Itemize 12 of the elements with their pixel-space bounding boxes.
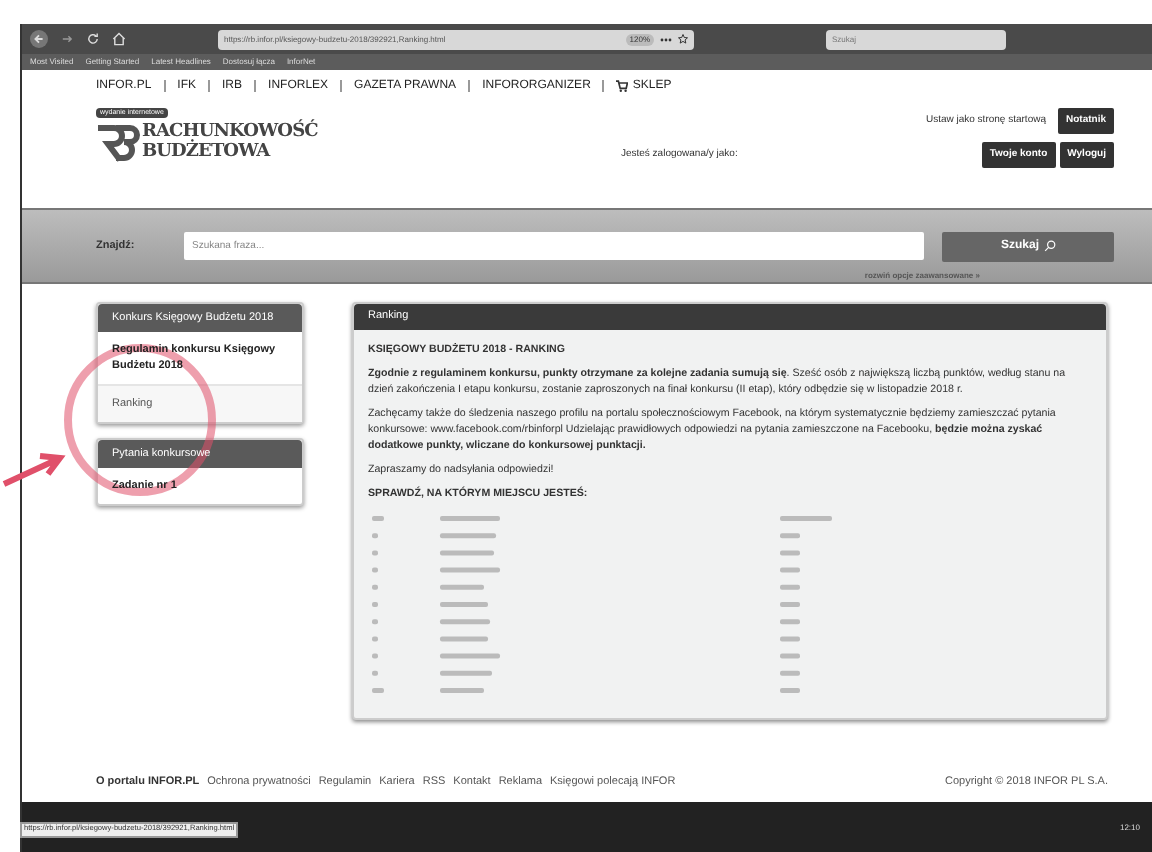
star-icon[interactable] bbox=[678, 34, 688, 44]
home-icon[interactable] bbox=[112, 32, 126, 46]
forward-icon[interactable] bbox=[60, 32, 74, 46]
logo-text: BUDŻETOWA bbox=[142, 142, 273, 163]
logo-mark-icon bbox=[96, 122, 140, 163]
cart-icon bbox=[616, 80, 629, 92]
arrow-icon bbox=[1, 453, 66, 487]
reload-icon[interactable] bbox=[86, 32, 100, 46]
back-icon[interactable] bbox=[30, 30, 48, 48]
logo-text: RACHUNKOWOŚĆ bbox=[142, 122, 318, 143]
site-logo[interactable]: RACHUNKOWOŚĆ BUDŻETOWA bbox=[96, 122, 318, 163]
search-icon bbox=[1043, 240, 1055, 252]
